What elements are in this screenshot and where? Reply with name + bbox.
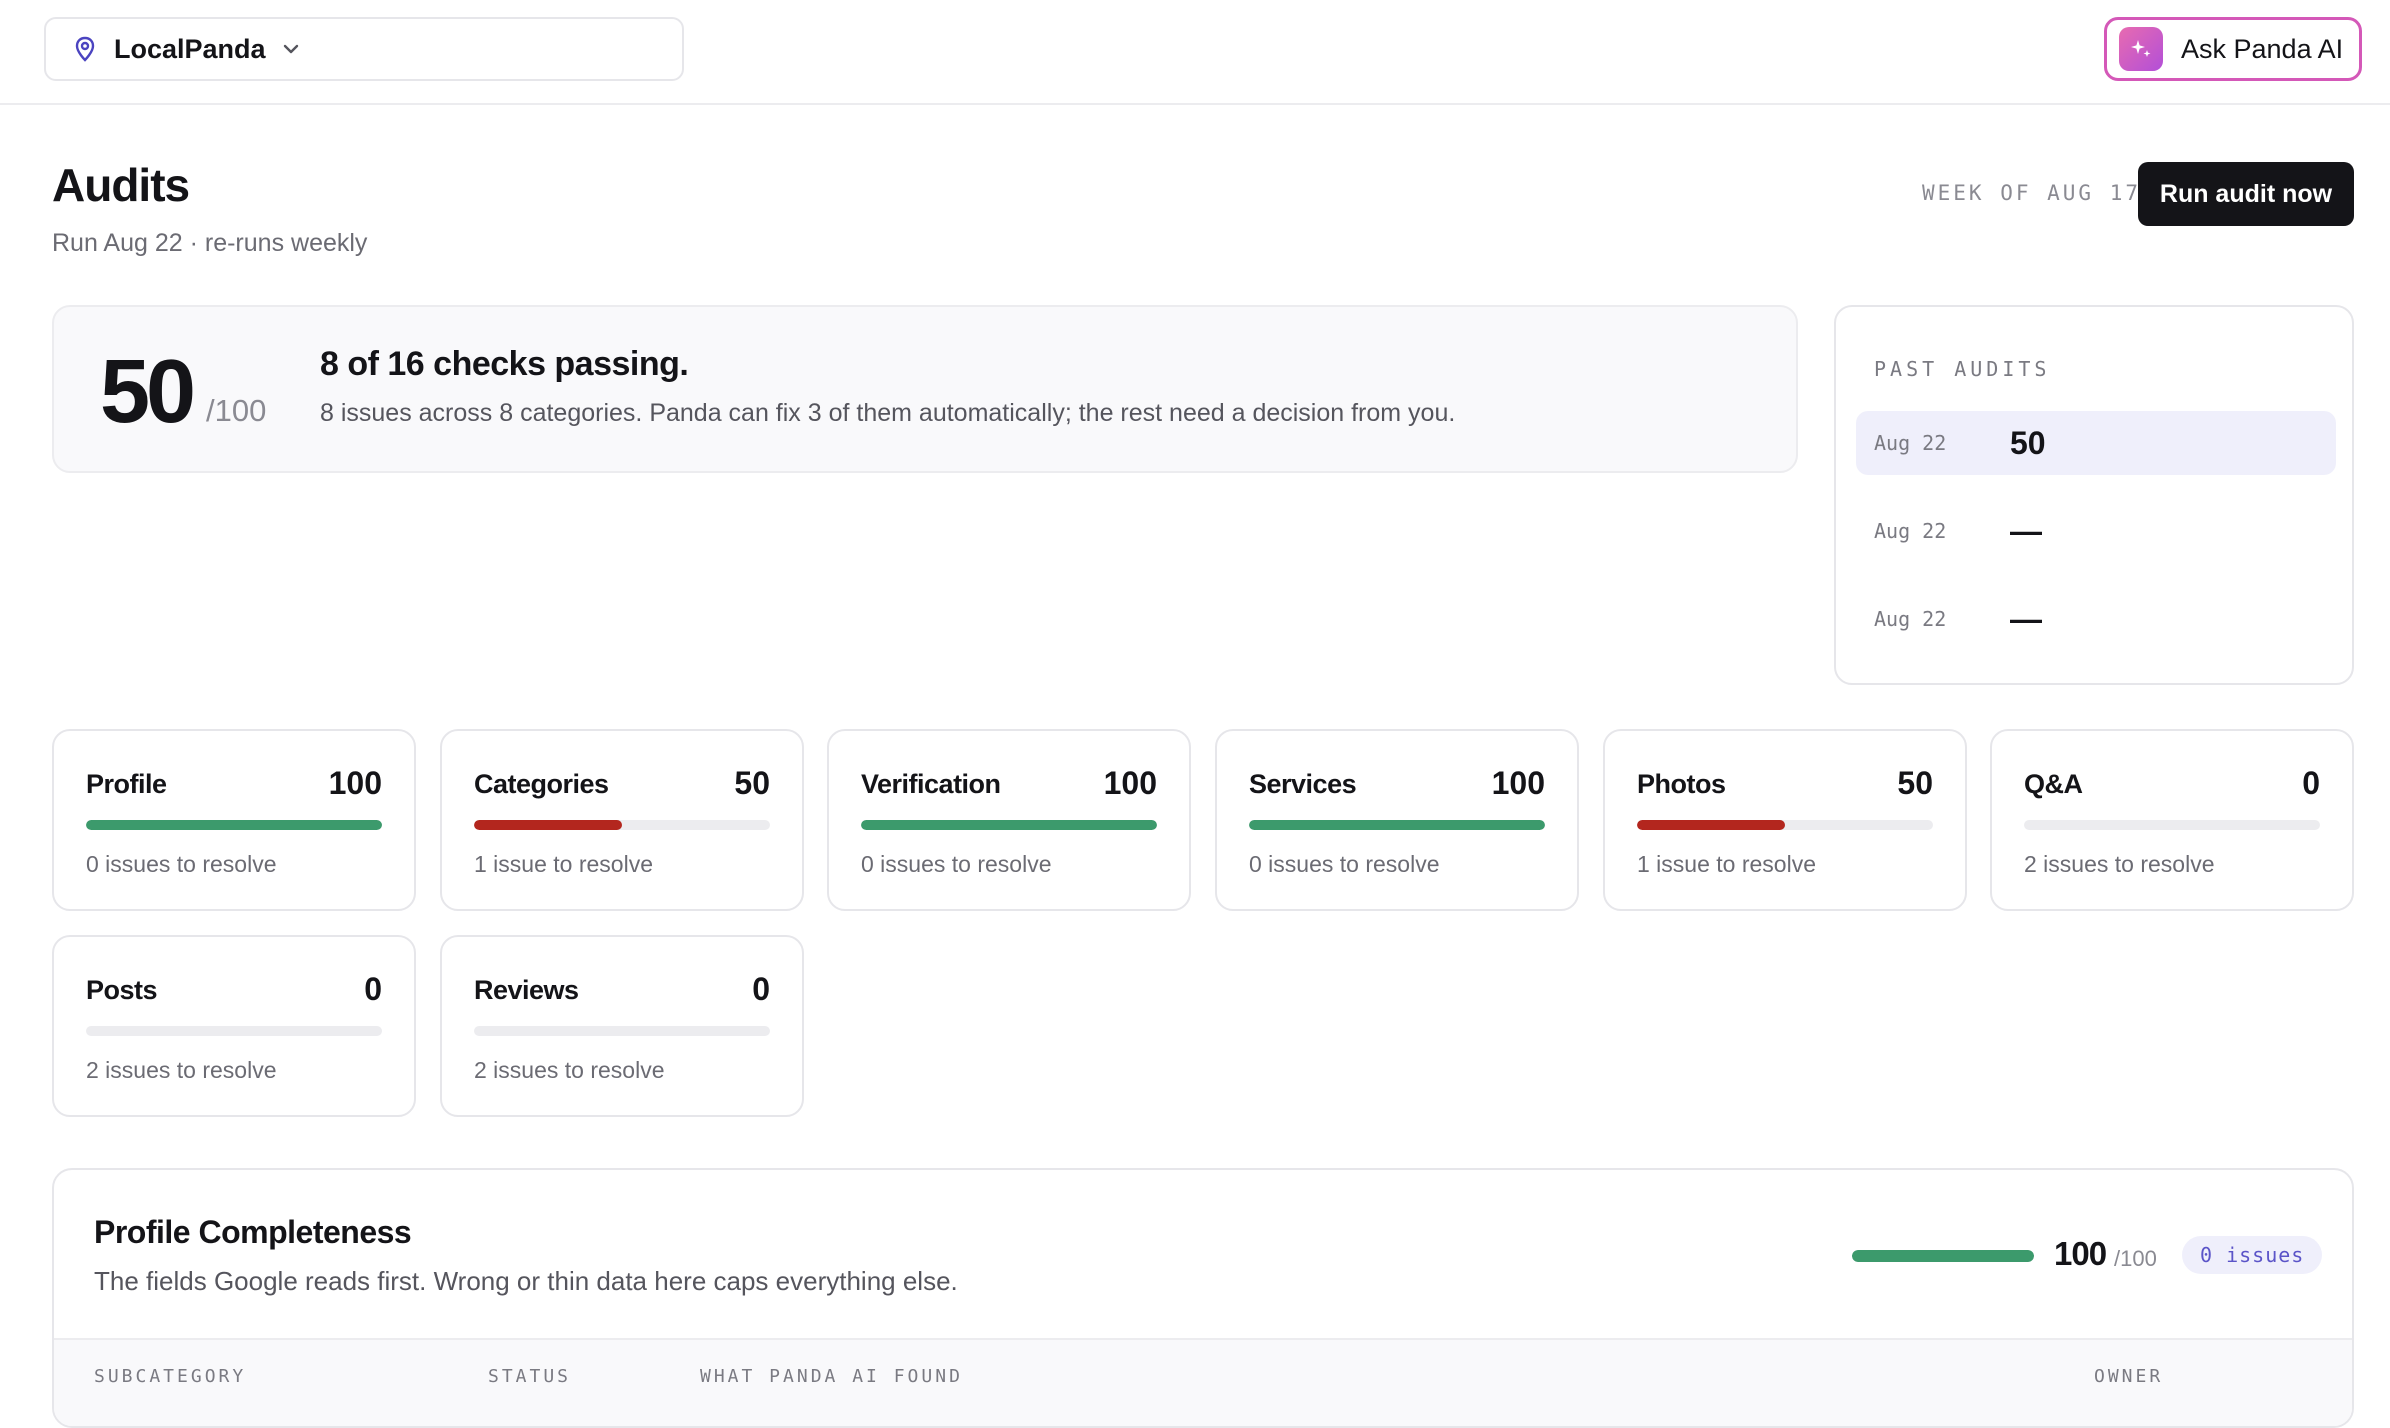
past-audit-score: — [2010, 600, 2042, 637]
section-title: Profile Completeness [94, 1214, 412, 1250]
location-selector[interactable]: LocalPanda [44, 17, 684, 81]
profile-completeness-section: Profile Completeness The fields Google r… [52, 1168, 2354, 1428]
page-subtitle: Run Aug 22 · re-runs weekly [52, 229, 368, 257]
category-issues: 2 issues to resolve [86, 1057, 277, 1083]
category-card-categories[interactable]: Categories 50 1 issue to resolve [440, 729, 804, 911]
category-progress-bar [1249, 820, 1545, 830]
category-issues: 2 issues to resolve [474, 1057, 665, 1083]
category-issues: 1 issue to resolve [474, 851, 653, 877]
section-score: 100 [2054, 1235, 2107, 1272]
overall-score-max: /100 [206, 393, 267, 428]
past-audit-row[interactable]: Aug 22 — [1856, 587, 2336, 651]
category-score: 0 [752, 971, 770, 1007]
ask-panda-ai-button[interactable]: Ask Panda AI [2104, 17, 2362, 81]
past-audit-date: Aug 22 [1874, 431, 1947, 455]
column-header-owner: OWNER [2094, 1366, 2164, 1387]
category-name: Q&A [2024, 769, 2083, 799]
page-title: Audits [52, 159, 190, 211]
issues-badge: 0 issues [2182, 1236, 2323, 1274]
category-issues: 1 issue to resolve [1637, 851, 1816, 877]
week-label: WEEK OF AUG 17 [1922, 181, 2142, 205]
category-card-verification[interactable]: Verification 100 0 issues to resolve [827, 729, 1191, 911]
category-card-photos[interactable]: Photos 50 1 issue to resolve [1603, 729, 1967, 911]
sparkle-icon [2119, 27, 2163, 71]
chevron-down-icon [283, 44, 298, 54]
category-name: Services [1249, 769, 1357, 799]
checks-headline: 8 of 16 checks passing. [320, 345, 689, 383]
table-header [54, 1338, 2352, 1426]
column-header-subcategory: SUBCATEGORY [94, 1366, 247, 1387]
score-summary-card: 50 /100 8 of 16 checks passing. 8 issues… [52, 305, 1798, 473]
past-audit-row[interactable]: Aug 22 50 [1856, 411, 2336, 475]
category-progress-bar [861, 820, 1157, 830]
past-audit-date: Aug 22 [1874, 607, 1947, 631]
past-audits-card: PAST AUDITS Aug 22 50 Aug 22 — Aug 22 — [1834, 305, 2354, 685]
past-audit-score: 50 [2010, 424, 2046, 461]
past-audit-score: — [2010, 512, 2042, 549]
category-name: Photos [1637, 769, 1726, 799]
category-progress-bar [474, 820, 770, 830]
category-progress-bar [86, 820, 382, 830]
column-header-findings: WHAT PANDA AI FOUND [700, 1366, 963, 1387]
past-audit-date: Aug 22 [1874, 519, 1947, 543]
category-card-reviews[interactable]: Reviews 0 2 issues to resolve [440, 935, 804, 1117]
overall-score: 50 [100, 342, 196, 442]
category-card-posts[interactable]: Posts 0 2 issues to resolve [52, 935, 416, 1117]
map-pin-icon [75, 36, 95, 62]
category-score: 100 [1103, 765, 1157, 801]
checks-description: 8 issues across 8 categories. Panda can … [320, 399, 1456, 427]
category-score: 50 [734, 765, 770, 801]
category-issues: 0 issues to resolve [861, 851, 1052, 877]
column-header-status: STATUS [488, 1366, 572, 1387]
category-name: Profile [86, 769, 167, 799]
category-score: 0 [2302, 765, 2320, 801]
category-name: Categories [474, 769, 609, 799]
section-score-max: /100 [2114, 1246, 2157, 1271]
category-issues: 2 issues to resolve [2024, 851, 2215, 877]
section-description: The fields Google reads first. Wrong or … [94, 1266, 958, 1296]
category-score: 100 [1491, 765, 1545, 801]
top-bar: LocalPanda Ask Panda AI [0, 0, 2390, 105]
category-score: 0 [364, 971, 382, 1007]
category-name: Posts [86, 975, 158, 1005]
category-name: Verification [861, 769, 1001, 799]
category-progress-bar [2024, 820, 2320, 830]
category-name: Reviews [474, 975, 579, 1005]
run-audit-button[interactable]: Run audit now [2138, 162, 2354, 226]
category-progress-bar [474, 1026, 770, 1036]
location-name: LocalPanda [114, 33, 266, 64]
category-score: 100 [328, 765, 382, 801]
category-progress-bar [86, 1026, 382, 1036]
category-issues: 0 issues to resolve [86, 851, 277, 877]
past-audits-title: PAST AUDITS [1874, 357, 2051, 381]
category-card-services[interactable]: Services 100 0 issues to resolve [1215, 729, 1579, 911]
section-progress-bar [1852, 1250, 2034, 1262]
category-card-profile[interactable]: Profile 100 0 issues to resolve [52, 729, 416, 911]
category-score: 50 [1897, 765, 1933, 801]
category-progress-bar [1637, 820, 1933, 830]
past-audit-row[interactable]: Aug 22 — [1856, 499, 2336, 563]
ask-panda-ai-label: Ask Panda AI [2181, 33, 2344, 64]
category-card-qa[interactable]: Q&A 0 2 issues to resolve [1990, 729, 2354, 911]
category-issues: 0 issues to resolve [1249, 851, 1440, 877]
